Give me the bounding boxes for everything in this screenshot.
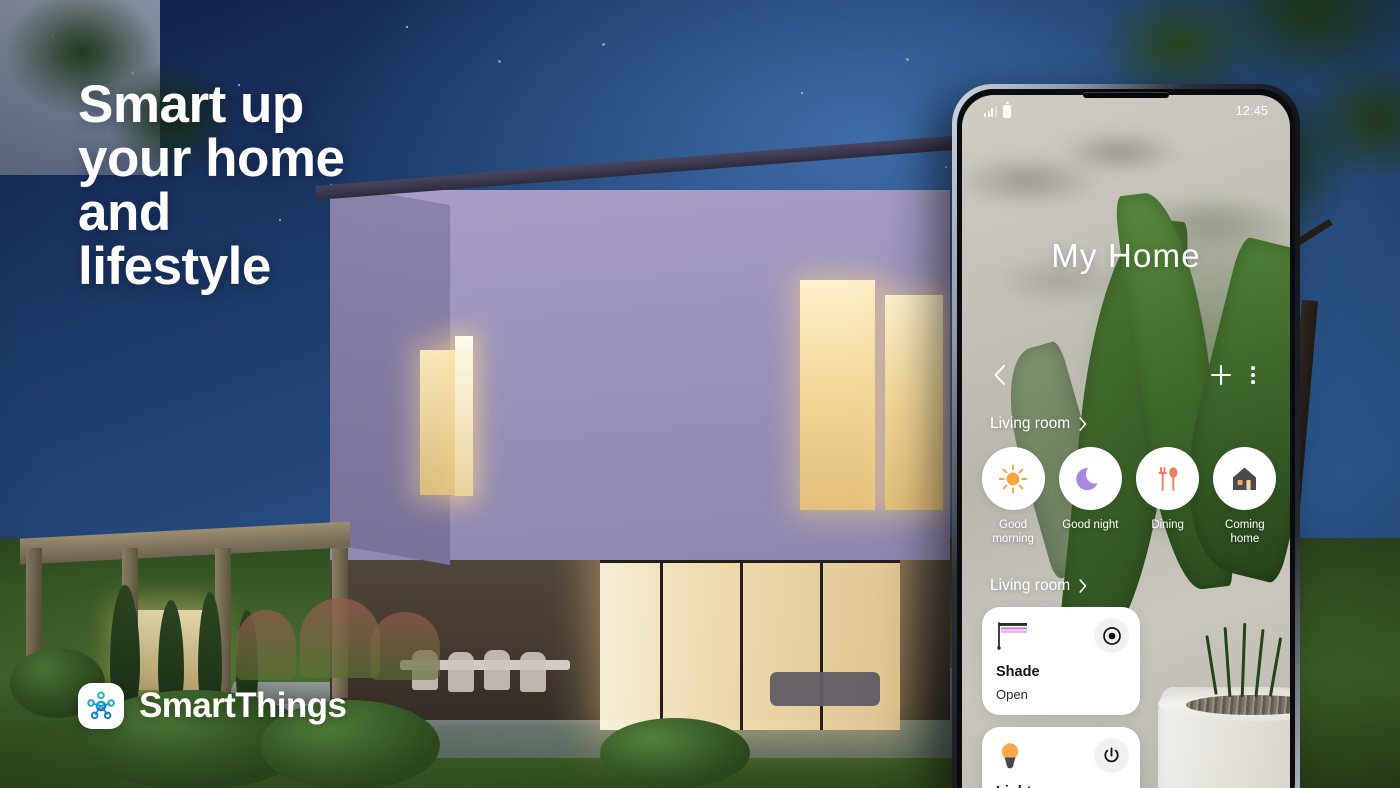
more-options-button[interactable]	[1237, 359, 1269, 391]
window-mullion	[600, 560, 900, 563]
headline-line-4: lifestyle	[78, 237, 271, 296]
app-nav-bar	[962, 359, 1290, 391]
earpiece-speaker	[1083, 92, 1169, 98]
scene-good-night[interactable]: Good night	[1055, 447, 1125, 546]
lit-window	[885, 295, 943, 510]
section-header-devices[interactable]: Living room	[990, 577, 1087, 595]
sun-icon	[998, 464, 1028, 493]
app-title: My Home	[1051, 237, 1201, 274]
promo-banner: Smart up your home and lifestyle SmartTh…	[0, 0, 1400, 788]
device-name: Light	[996, 784, 1031, 788]
shade-toggle-button[interactable]	[1094, 618, 1129, 653]
headline-line-3: and	[78, 183, 171, 242]
scene-good-morning[interactable]: Good morning	[978, 447, 1048, 546]
outdoor-chair	[520, 652, 546, 692]
scene-icon-wrap	[1058, 447, 1122, 510]
ornamental-grass	[300, 598, 380, 678]
scene-label: Dining	[1151, 519, 1184, 531]
headline-line-1: Smart up	[78, 75, 304, 134]
target-toggle-icon	[1102, 626, 1121, 645]
status-bar: 12:45	[962, 95, 1290, 127]
scene-dining[interactable]: Dining	[1133, 447, 1203, 546]
moon-icon	[1076, 467, 1098, 490]
scene-coming-home[interactable]: Coming home	[1210, 447, 1280, 546]
plus-icon	[1210, 364, 1232, 386]
fork-spoon-icon	[1158, 466, 1178, 491]
scene-label: Good morning	[992, 519, 1034, 545]
battery-icon	[1002, 102, 1011, 118]
scene-label: Good night	[1062, 519, 1119, 531]
window-blind-icon	[996, 620, 1032, 657]
device-cards-grid: Shade Open	[982, 607, 1280, 788]
device-name: Shade	[996, 664, 1040, 680]
kebab-menu-icon	[1251, 366, 1255, 384]
shrub	[600, 718, 750, 788]
ornamental-grass	[236, 610, 296, 680]
smartthings-nodes-icon	[87, 691, 115, 720]
brand-name: SmartThings	[139, 686, 347, 725]
add-device-button[interactable]	[1205, 359, 1237, 391]
section-label-text: Living room	[990, 577, 1071, 594]
pergola-roof	[20, 521, 350, 565]
ornamental-grass	[370, 612, 440, 680]
outdoor-chair	[448, 652, 474, 692]
headline-line-2: your home	[78, 129, 345, 188]
outdoor-chair	[484, 650, 510, 690]
house-icon	[1233, 467, 1257, 490]
scene-label: Coming home	[1225, 519, 1265, 545]
brand-lockup: SmartThings	[78, 683, 347, 729]
device-state: Open	[996, 687, 1028, 702]
signal-bars-icon	[984, 105, 997, 117]
back-button[interactable]	[983, 359, 1015, 391]
section-header-scenes[interactable]: Living room	[990, 415, 1087, 433]
chevron-right-icon	[1079, 417, 1087, 431]
chevron-left-icon	[994, 365, 1005, 385]
device-card-shade[interactable]: Shade Open	[982, 607, 1140, 715]
outdoor-sofa	[770, 672, 880, 706]
phone-mockup: 12:45 My Home Living room Good morning G…	[952, 84, 1300, 788]
scene-icon-wrap	[1136, 447, 1200, 510]
scene-icon-wrap	[1213, 447, 1277, 510]
lit-window	[420, 350, 460, 495]
lit-window	[800, 280, 875, 510]
phone-screen: 12:45 My Home Living room Good morning G…	[962, 95, 1290, 788]
chevron-right-icon	[1079, 579, 1087, 593]
scene-icon-wrap	[981, 447, 1045, 510]
device-card-light[interactable]: Light On	[982, 727, 1140, 788]
light-bulb-icon	[996, 740, 1030, 777]
smartthings-logo-badge	[78, 683, 124, 729]
power-toggle-icon	[1104, 747, 1119, 763]
light-toggle-button[interactable]	[1094, 738, 1129, 773]
lit-window	[455, 336, 473, 496]
page-title: Smart up your home and lifestyle	[78, 75, 345, 296]
status-clock: 12:45	[1235, 104, 1268, 118]
section-label-text: Living room	[990, 415, 1071, 432]
scenes-row: Good morning Good night Dining Coming ho…	[978, 447, 1280, 546]
